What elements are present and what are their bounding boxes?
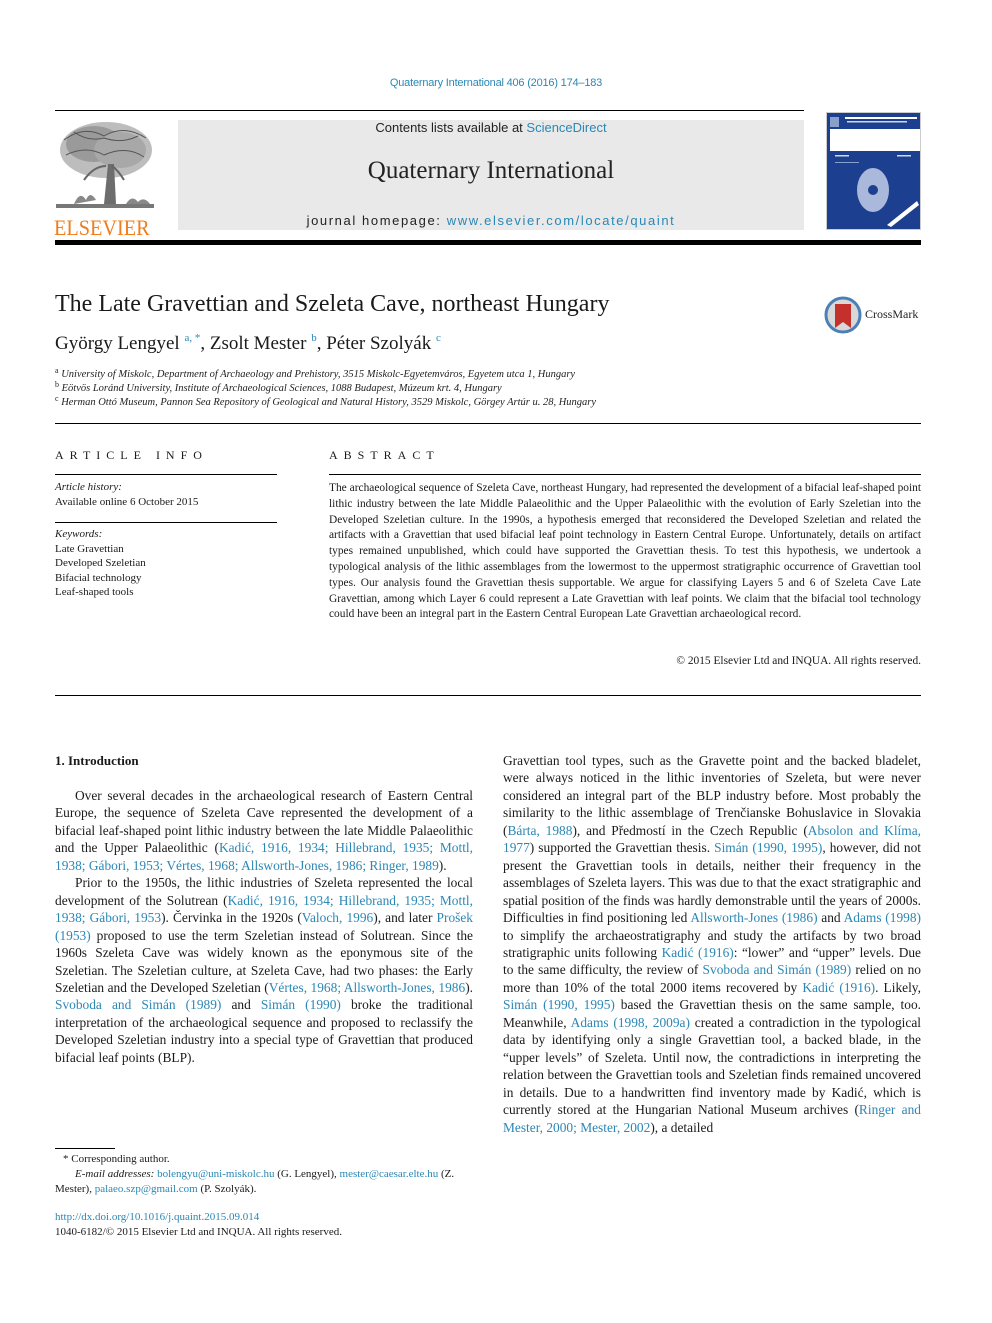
email-owner: (G. Lengyel), [274, 1168, 340, 1180]
crossmark-label: CrossMark [865, 307, 919, 321]
paragraph: Prior to the 1950s, the lithic industrie… [55, 874, 473, 1066]
footnote-rule [55, 1148, 115, 1149]
affiliation-c: c Herman Ottó Museum, Pannon Sea Reposit… [55, 394, 596, 408]
contents-line: Contents lists available at ScienceDirec… [178, 120, 804, 135]
citation-link[interactable]: Vértes, 1968; Allsworth-Jones, 1986 [269, 980, 465, 995]
article-history: Article history: Available online 6 Octo… [55, 480, 198, 510]
elsevier-logo: ELSEVIER [54, 120, 156, 240]
article-history-value: Available online 6 October 2015 [55, 496, 199, 508]
citation-link[interactable]: Svoboda and Simán (1989) [55, 997, 221, 1012]
body-text: ) supported the Gravettian thesis. [529, 840, 715, 856]
issn-copyright: 1040-6182/© 2015 Elsevier Ltd and INQUA.… [55, 1226, 342, 1238]
body-text: ), and Předmostí in the Czech Republic ( [572, 822, 808, 838]
corresponding-author-note: * Corresponding author. [63, 1153, 170, 1165]
body-text: and [817, 910, 844, 926]
author-name[interactable]: Péter Szolyák [326, 333, 431, 354]
body-column-left: Over several decades in the archaeologic… [55, 787, 473, 1066]
email-label: E-mail addresses: [75, 1168, 158, 1180]
article-history-label: Article history: [55, 481, 122, 493]
article-title: The Late Gravettian and Szeleta Cave, no… [55, 291, 610, 317]
citation-link[interactable]: Adams (1998) [844, 910, 921, 925]
email-link[interactable]: palaeo.szp@gmail.com [95, 1183, 198, 1195]
header-rule [55, 110, 804, 111]
article-info-heading: ARTICLE INFO [55, 448, 208, 462]
affiliation-marker: a [55, 366, 59, 375]
keywords-rule [55, 522, 277, 523]
elsevier-tree-icon [56, 122, 154, 208]
elsevier-wordmark: ELSEVIER [54, 215, 150, 240]
citation-link[interactable]: Simán (1990, 1995) [503, 997, 615, 1012]
keywords-label: Keywords: [55, 528, 103, 540]
body-text: ). [438, 857, 447, 873]
author-affiliation-marker[interactable]: b [311, 332, 317, 344]
body-text: ), and later [373, 910, 437, 926]
affiliation-text: Eötvös Loránd University, Institute of A… [61, 383, 502, 394]
crossmark-icon [824, 296, 862, 334]
journal-citation-link[interactable]: Quaternary International 406 (2016) 174–… [0, 77, 992, 89]
keyword: Leaf-shaped tools [55, 586, 134, 598]
article-info-rule [55, 474, 277, 475]
doi-block: http://dx.doi.org/10.1016/j.quaint.2015.… [55, 1210, 342, 1240]
email-link[interactable]: bolengyu@uni-miskolc.hu [157, 1168, 274, 1180]
section-heading-introduction: 1. Introduction [55, 753, 139, 768]
keyword: Developed Szeletian [55, 557, 146, 569]
affiliation-text: Herman Ottó Museum, Pannon Sea Repositor… [61, 397, 597, 408]
citation-link[interactable]: Simán (1990) [261, 997, 341, 1012]
section-rule [55, 423, 921, 424]
affiliation-text: University of Miskolc, Department of Arc… [61, 369, 576, 380]
contents-prefix: Contents lists available at [375, 120, 527, 135]
abstract-copyright: © 2015 Elsevier Ltd and INQUA. All right… [676, 655, 921, 667]
body-text: . Likely, [875, 979, 921, 995]
citation-link[interactable]: Kadić (1916) [662, 945, 734, 960]
body-text: and [221, 997, 261, 1013]
citation-link[interactable]: Svoboda and Simán (1989) [703, 962, 852, 977]
header-thick-rule [55, 240, 921, 245]
journal-homepage: journal homepage: www.elsevier.com/locat… [178, 213, 804, 228]
footnotes: * Corresponding author. E-mail addresses… [55, 1152, 485, 1197]
keyword: Late Gravettian [55, 542, 124, 555]
affiliation-marker: c [55, 394, 59, 403]
author-name[interactable]: Zsolt Mester [210, 333, 307, 354]
author-list: György Lengyel a, *, Zsolt Mester b, Pét… [55, 332, 441, 354]
body-text: ). [465, 979, 473, 995]
affiliation-marker: b [55, 380, 59, 389]
email-link[interactable]: mester@caesar.elte.hu [340, 1168, 439, 1180]
sciencedirect-link[interactable]: ScienceDirect [526, 120, 606, 135]
author-name[interactable]: György Lengyel [55, 333, 180, 354]
citation-link[interactable]: Bárta, 1988 [507, 823, 572, 838]
citation-link[interactable]: Simán (1990, 1995) [714, 840, 822, 855]
paragraph: Gravettian tool types, such as the Grave… [503, 752, 921, 1136]
email-addresses: E-mail addresses: bolengyu@uni-miskolc.h… [55, 1167, 485, 1197]
homepage-prefix: journal homepage: [306, 213, 447, 228]
citation-link[interactable]: Adams (1998, 2009a) [571, 1015, 690, 1030]
citation-link[interactable]: Valoch, 1996 [302, 910, 373, 925]
paragraph: Over several decades in the archaeologic… [55, 787, 473, 874]
abstract-rule [329, 474, 921, 475]
doi-link[interactable]: http://dx.doi.org/10.1016/j.quaint.2015.… [55, 1211, 259, 1223]
email-owner: (P. Szolyák). [197, 1183, 257, 1195]
journal-title: Quaternary International [367, 157, 615, 184]
body-column-right: Gravettian tool types, such as the Grave… [503, 752, 921, 1136]
body-text: ), a detailed [650, 1119, 714, 1135]
affiliation-b: b Eötvös Loránd University, Institute of… [55, 380, 502, 394]
citation-link[interactable]: Allsworth-Jones (1986) [690, 910, 817, 925]
homepage-link[interactable]: www.elsevier.com/locate/quaint [447, 213, 676, 228]
citation-link[interactable]: Kadić (1916) [802, 980, 875, 995]
journal-banner: Contents lists available at ScienceDirec… [178, 120, 804, 230]
journal-cover-thumbnail[interactable] [826, 112, 921, 230]
abstract-heading: ABSTRACT [329, 448, 440, 462]
journal-cover-image [827, 113, 920, 229]
keyword: Bifacial technology [55, 571, 142, 584]
author-affiliation-marker[interactable]: c [436, 332, 441, 344]
keywords-block: Keywords: Late Gravettian Developed Szel… [55, 527, 146, 600]
abstract-text: The archaeological sequence of Szeleta C… [329, 482, 921, 621]
author-affiliation-marker[interactable]: a, * [184, 332, 200, 344]
section-rule [55, 695, 921, 696]
crossmark-button[interactable]: CrossMark [824, 296, 924, 334]
body-text: ). Červinka in the 1920s ( [161, 910, 302, 926]
affiliation-a: a University of Miskolc, Department of A… [55, 366, 575, 380]
